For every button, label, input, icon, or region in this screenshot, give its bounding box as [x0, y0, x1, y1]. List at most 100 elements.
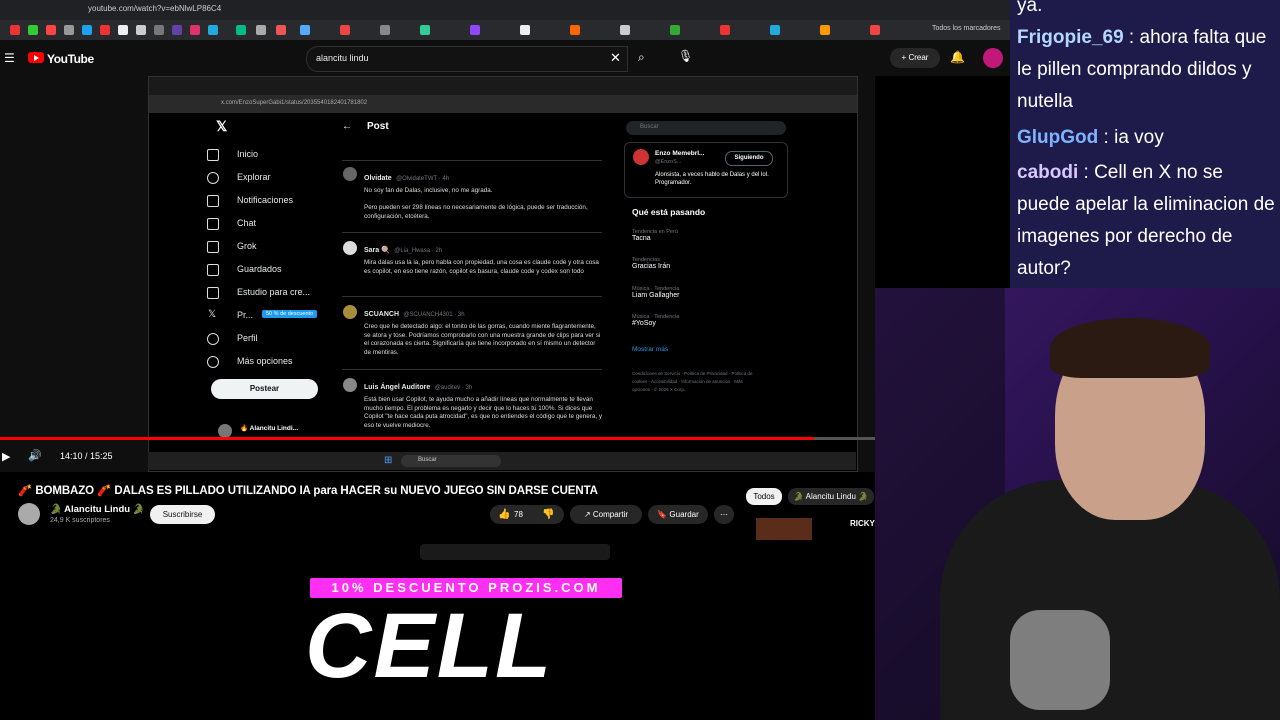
recommended-title[interactable]: RICKY DALAS [850, 519, 875, 529]
taskbar-search[interactable] [401, 455, 501, 467]
bookmark-icon[interactable] [118, 25, 128, 35]
trend-item[interactable]: Tendencia en Perú Tacna [632, 229, 678, 242]
channel-avatar[interactable] [18, 503, 40, 525]
bookmark-icon[interactable] [276, 25, 286, 35]
tweet-handle: @OlvidateTWT · 4h [396, 176, 450, 182]
video-title: 🧨 BOMBAZO 🧨 DALAS ES PILLADO UTILIZANDO … [18, 485, 598, 497]
create-button[interactable]: + Crear [890, 48, 940, 68]
bookmark-icon[interactable] [720, 25, 730, 35]
tweet[interactable]: Luis Ángel Auditore @auditev · 3h Está b… [342, 369, 602, 438]
like-icon[interactable]: 👍 [498, 505, 510, 524]
bookmark-icon[interactable] [208, 25, 218, 35]
more-actions-button[interactable]: ⋯ [714, 505, 734, 524]
nav-notificaciones[interactable]: Notificaciones [207, 195, 293, 207]
tweet-handle: @SCUANCH4301 · 3h [403, 312, 465, 318]
notifications-icon[interactable]: 🔔 [950, 50, 965, 64]
nav-grok[interactable]: Grok [207, 241, 257, 253]
volume-icon[interactable]: 🔊 [28, 449, 42, 462]
bookmark-icon[interactable] [670, 25, 680, 35]
nav-chat[interactable]: Chat [207, 218, 256, 230]
nav-guardados[interactable]: Guardados [207, 264, 282, 276]
nav-mas-opciones[interactable]: Más opciones [207, 356, 293, 368]
x-logo-icon[interactable]: 𝕏 [216, 118, 227, 135]
trends-title: Qué está pasando [632, 207, 706, 217]
bookmark-icon[interactable] [172, 25, 182, 35]
back-arrow-icon[interactable]: ← [342, 121, 352, 132]
bookmark-icon[interactable] [570, 25, 580, 35]
bookmark-icon[interactable] [190, 25, 200, 35]
bookmark-icon[interactable] [256, 25, 266, 35]
nav-explorar[interactable]: Explorar [207, 172, 271, 184]
bookmark-icon[interactable] [870, 25, 880, 35]
profile-name[interactable]: Enzo Memebrl... [655, 150, 704, 157]
windows-start-icon[interactable]: ⊞ [384, 455, 392, 466]
address-bar[interactable]: youtube.com/watch?v=ebNlwLP86C4 [88, 4, 221, 13]
avatar [343, 378, 357, 392]
dislike-icon[interactable]: 👎 [542, 505, 554, 524]
x-footer[interactable]: Condiciones de Servicio · Política de Pr… [632, 370, 762, 394]
search-input[interactable]: alancitu lindu [316, 53, 369, 63]
clear-search-icon[interactable]: ✕ [610, 50, 621, 66]
bookmark-icon[interactable] [236, 25, 246, 35]
bookmark-icon[interactable] [470, 25, 480, 35]
nav-premium[interactable]: 𝕏 Pr... 50 % de descuento [208, 309, 318, 320]
save-button[interactable]: 🔖 Guardar [648, 505, 708, 524]
avatar [633, 149, 649, 165]
time-display: 14:10 / 15:25 [60, 451, 113, 461]
tweet[interactable]: Sara 🍭 @Lia_Hwasa · 2h Mira dalas usa la… [342, 232, 602, 276]
play-icon[interactable]: ▶ [2, 450, 10, 463]
bookmark-icon[interactable] [64, 25, 74, 35]
bookmark-icon[interactable] [340, 25, 350, 35]
tweet-author[interactable]: Luis Ángel Auditore [364, 384, 430, 391]
chat-message: GlupGod : ia voy [1017, 127, 1164, 148]
bookmark-icon[interactable] [770, 25, 780, 35]
bookmark-icon[interactable] [380, 25, 390, 35]
bookmark-icon[interactable] [520, 25, 530, 35]
youtube-brand[interactable]: YouTube [47, 52, 94, 66]
account-avatar[interactable] [218, 424, 232, 438]
tweet-author[interactable]: Sara 🍭 [364, 247, 390, 254]
like-dislike-group: 👍 78 👎 [490, 505, 564, 524]
account-name[interactable]: 🔥 Alancitu Lindi... [240, 424, 298, 432]
bookmark-icon[interactable] [154, 25, 164, 35]
tweet[interactable]: SCUANCH @SCUANCH4301 · 3h Creo que he de… [342, 296, 602, 357]
nav-inicio[interactable]: Inicio [207, 149, 258, 161]
x-search-input[interactable]: Buscar [640, 124, 659, 130]
bookmarks-folder[interactable]: Todos los marcadores [932, 25, 1000, 32]
bookmark-icon[interactable] [10, 25, 20, 35]
bookmark-icon[interactable] [100, 25, 110, 35]
nav-perfil[interactable]: Perfil [207, 333, 258, 345]
youtube-logo-icon[interactable] [28, 52, 44, 63]
nav-estudio[interactable]: Estudio para cre... [207, 287, 310, 299]
following-button[interactable]: Siguiendo [725, 151, 773, 166]
tweet-author[interactable]: Olvidate [364, 175, 392, 182]
chip-todos[interactable]: Todos [746, 488, 782, 505]
recommended-thumbnail[interactable] [756, 518, 812, 540]
bookmark-icon[interactable] [820, 25, 830, 35]
share-button[interactable]: ↗ Compartir [570, 505, 642, 524]
trend-item[interactable]: Música · Tendencia Liam Gallagher [632, 286, 679, 299]
trend-item[interactable]: Tendencias Gracias Irán [632, 257, 670, 270]
bookmarks-bar: Todos los marcadores [0, 20, 1010, 40]
channel-name[interactable]: 🐊 Alancitu Lindu 🐊 [50, 504, 145, 515]
menu-icon[interactable]: ☰ [4, 51, 15, 65]
bookmark-icon[interactable] [136, 25, 146, 35]
trend-item[interactable]: Música · Tendencia #YoSoy [632, 314, 679, 327]
microphone-icon[interactable]: 🎙 [678, 49, 693, 63]
x-url[interactable]: x.com/EnzoSuperGabi1/status/203554018240… [221, 100, 367, 106]
tweet[interactable]: Olvidate @OlvidateTWT · 4h No soy fan de… [342, 160, 602, 221]
bookmark-icon[interactable] [300, 25, 310, 35]
show-more-link[interactable]: Mostrar más [632, 346, 668, 353]
search-icon [207, 172, 219, 184]
bookmark-icon[interactable] [620, 25, 630, 35]
chip-channel[interactable]: 🐊 Alancitu Lindu 🐊 [788, 488, 874, 505]
bookmark-icon[interactable] [28, 25, 38, 35]
bookmark-icon[interactable] [46, 25, 56, 35]
post-button[interactable]: Postear [211, 379, 318, 399]
avatar[interactable] [983, 48, 1003, 68]
tweet-author[interactable]: SCUANCH [364, 311, 399, 318]
bookmark-icon[interactable] [82, 25, 92, 35]
bookmark-icon[interactable] [420, 25, 430, 35]
search-icon[interactable]: ⌕ [638, 50, 645, 65]
subscribe-button[interactable]: Suscribirse [150, 505, 215, 524]
